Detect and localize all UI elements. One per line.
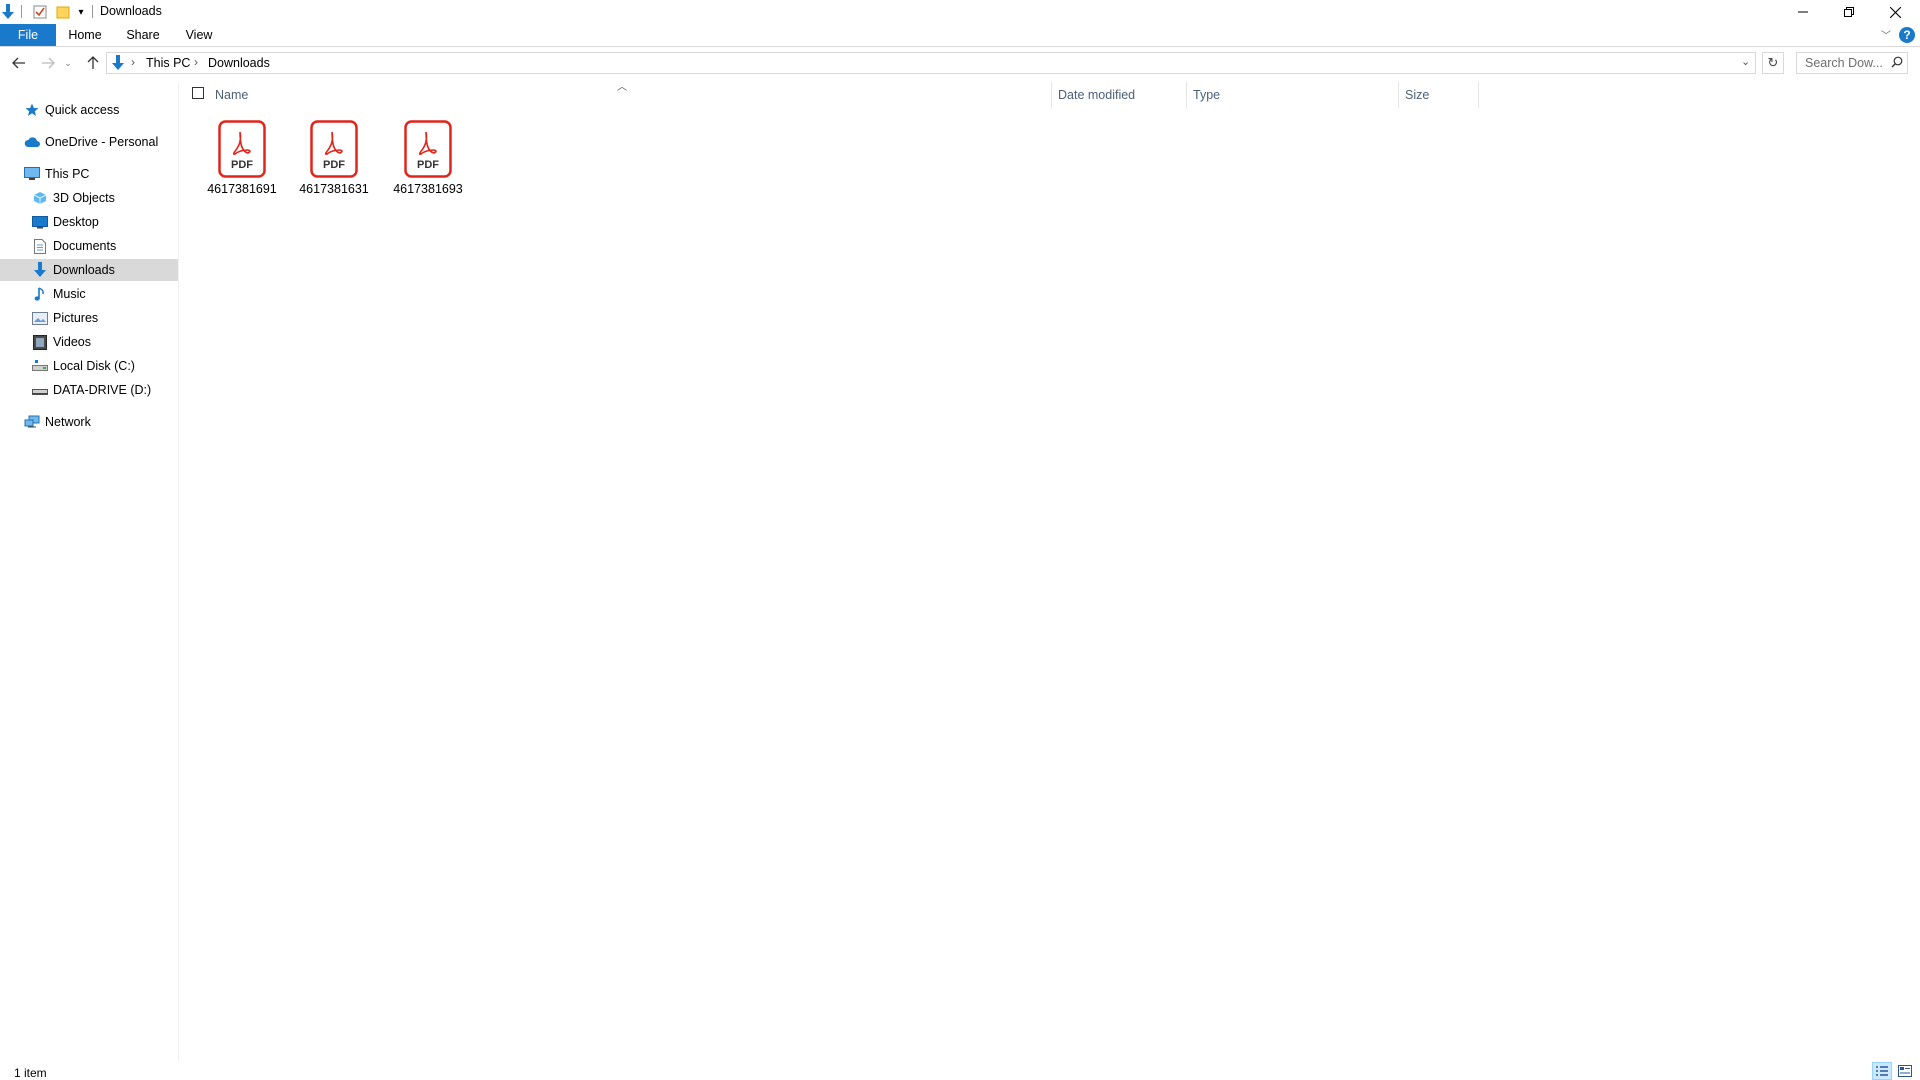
file-name: 4617381691 — [207, 182, 277, 196]
column-header-name[interactable]: Name — [215, 88, 248, 110]
details-view-button[interactable] — [1872, 1062, 1892, 1080]
music-icon — [32, 286, 48, 302]
sidebar-item-pictures[interactable]: Pictures — [0, 307, 178, 329]
file-item[interactable]: PDF 4617381691 — [200, 118, 284, 204]
sidebar-item-documents[interactable]: Documents — [0, 235, 178, 257]
file-name: 4617381693 — [393, 182, 463, 196]
column-header-size[interactable]: Size — [1405, 88, 1429, 110]
sidebar-item-desktop[interactable]: Desktop — [0, 211, 178, 233]
sidebar-item-label: Documents — [53, 239, 117, 253]
address-dropdown-chevron-icon[interactable]: ⌄ — [1741, 55, 1750, 68]
column-header-date-modified[interactable]: Date modified — [1058, 88, 1135, 110]
sidebar-item-label: Local Disk (C:) — [53, 359, 135, 373]
pdf-file-icon: PDF — [218, 120, 266, 181]
sidebar-item-onedrive[interactable]: OneDrive - Personal — [0, 131, 178, 153]
status-item-count: 1 item — [14, 1066, 47, 1080]
title-bar: ▾ Downloads — [0, 0, 1920, 24]
breadcrumb-separator-icon: › — [194, 55, 198, 69]
sidebar-item-music[interactable]: Music — [0, 283, 178, 305]
refresh-button[interactable]: ↻ — [1762, 52, 1784, 74]
file-item[interactable]: PDF 4617381631 — [292, 118, 376, 204]
sidebar-item-network[interactable]: Network — [0, 411, 178, 433]
sidebar-item-label: Music — [53, 287, 86, 301]
tab-file[interactable]: File — [0, 24, 56, 46]
file-badge: PDF — [323, 159, 345, 171]
customize-toolbar-chevron-icon[interactable]: ▾ — [75, 2, 87, 22]
sidebar-item-3d-objects[interactable]: 3D Objects — [0, 187, 178, 209]
drive-icon — [32, 382, 48, 398]
search-input[interactable]: Search Dow... — [1796, 52, 1908, 74]
navigation-pane: Quick access OneDrive - Personal This PC… — [0, 82, 179, 1062]
search-placeholder: Search Dow... — [1805, 56, 1883, 70]
help-icon[interactable]: ? — [1899, 27, 1915, 43]
column-divider[interactable] — [1051, 82, 1052, 108]
tab-home[interactable]: Home — [60, 24, 110, 46]
properties-icon[interactable] — [32, 2, 48, 22]
forward-button[interactable] — [37, 52, 59, 74]
computer-icon — [24, 166, 40, 182]
column-divider[interactable] — [1186, 82, 1187, 108]
desktop-icon — [32, 214, 48, 230]
sidebar-item-label: Pictures — [53, 311, 99, 325]
file-item[interactable]: PDF 4617381693 — [386, 118, 470, 204]
sidebar-item-quick-access[interactable]: Quick access — [0, 99, 178, 121]
downloads-folder-icon — [0, 2, 16, 22]
file-name: 4617381631 — [299, 182, 369, 196]
breadcrumb-this-pc[interactable]: This PC — [146, 56, 190, 70]
tab-share[interactable]: Share — [118, 24, 168, 46]
up-button[interactable] — [82, 52, 104, 74]
sidebar-item-data-drive-d[interactable]: DATA-DRIVE (D:) — [0, 379, 178, 401]
sidebar-item-label: Videos — [53, 335, 91, 349]
cube-icon — [32, 190, 48, 206]
network-icon — [24, 414, 40, 430]
sidebar-item-label: Network — [45, 415, 91, 429]
recent-locations-chevron-icon[interactable]: ⌄ — [62, 52, 74, 74]
picture-icon — [32, 310, 48, 326]
column-divider[interactable] — [1398, 82, 1399, 108]
document-icon — [32, 238, 48, 254]
file-badge: PDF — [417, 159, 439, 171]
column-header-type[interactable]: Type — [1193, 88, 1220, 110]
pdf-file-icon: PDF — [310, 120, 358, 181]
minimize-button[interactable] — [1780, 0, 1826, 24]
large-icons-view-button[interactable] — [1895, 1062, 1915, 1080]
breadcrumb-separator-icon: › — [131, 55, 135, 69]
sidebar-item-downloads[interactable]: Downloads — [0, 259, 178, 281]
file-badge: PDF — [231, 159, 253, 171]
column-divider[interactable] — [1478, 82, 1479, 108]
ribbon-tabs: File Home Share View ﹀ ? — [0, 24, 1920, 47]
drive-icon — [32, 358, 48, 374]
expand-ribbon-chevron-icon[interactable]: ﹀ — [1881, 27, 1891, 42]
sidebar-item-label: This PC — [45, 167, 90, 181]
new-folder-icon[interactable] — [55, 2, 71, 22]
sidebar-item-local-disk-c[interactable]: Local Disk (C:) — [0, 355, 178, 377]
close-button[interactable] — [1872, 0, 1918, 24]
sort-ascending-icon: ︿ — [617, 82, 627, 93]
sidebar-item-label: DATA-DRIVE (D:) — [53, 383, 152, 397]
search-icon — [1891, 56, 1903, 71]
download-icon — [32, 262, 48, 278]
cloud-icon — [24, 134, 40, 150]
sidebar-item-label: OneDrive - Personal — [45, 135, 159, 149]
back-button[interactable] — [8, 52, 30, 74]
window-title: Downloads — [100, 4, 162, 18]
restore-button[interactable] — [1826, 0, 1872, 24]
sidebar-item-videos[interactable]: Videos — [0, 331, 178, 353]
sidebar-item-label: Quick access — [45, 103, 120, 117]
sidebar-item-label: Downloads — [53, 263, 115, 277]
address-bar[interactable]: › This PC › Downloads ⌄ — [106, 52, 1756, 74]
sidebar-item-this-pc[interactable]: This PC — [0, 163, 178, 185]
sidebar-item-label: 3D Objects — [53, 191, 115, 205]
video-icon — [32, 334, 48, 350]
title-separator — [21, 5, 22, 18]
title-separator-2 — [92, 5, 93, 18]
downloads-location-icon — [111, 55, 125, 74]
tab-view[interactable]: View — [174, 24, 224, 46]
pdf-file-icon: PDF — [404, 120, 452, 181]
sidebar-item-label: Desktop — [53, 215, 99, 229]
star-icon — [24, 102, 40, 118]
select-all-checkbox[interactable] — [192, 87, 204, 99]
breadcrumb-downloads[interactable]: Downloads — [208, 56, 270, 70]
